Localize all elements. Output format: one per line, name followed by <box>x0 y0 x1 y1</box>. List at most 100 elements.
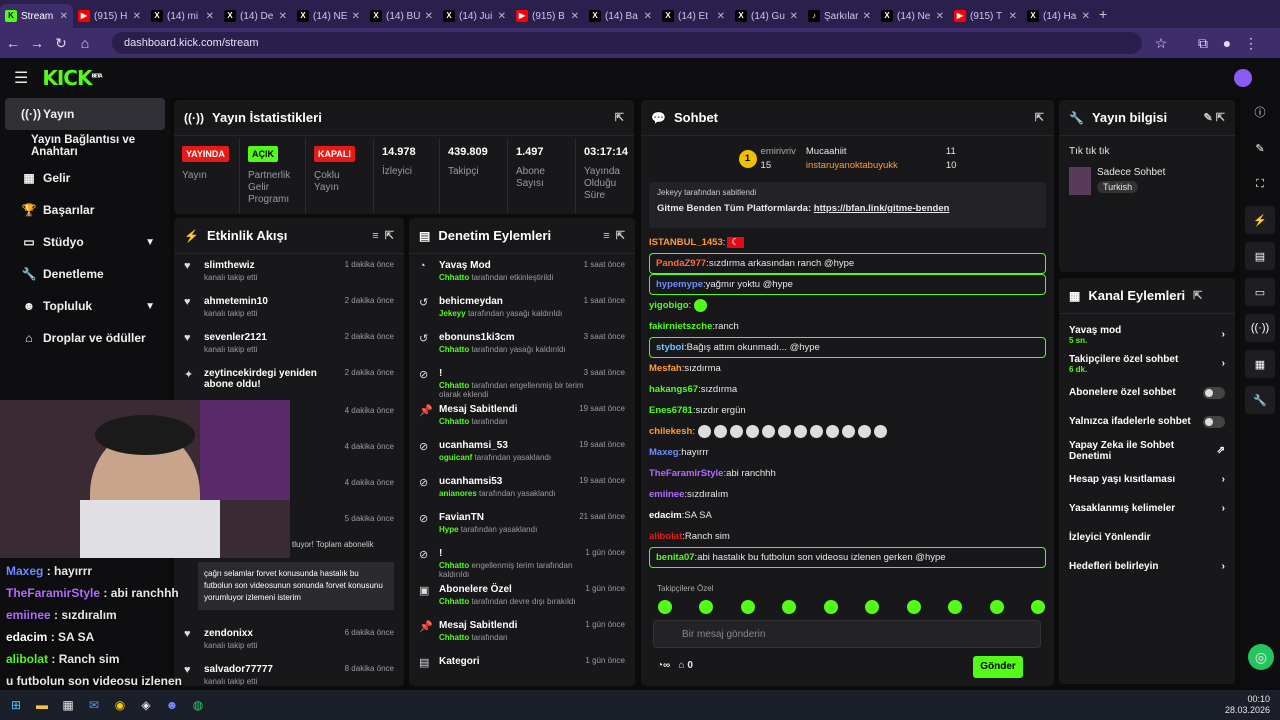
category-name[interactable]: Sadece Sohbet <box>1097 167 1165 178</box>
mod-name[interactable]: ! <box>439 368 584 379</box>
chat-message[interactable]: Enes6781: sızdır ergün <box>641 400 1054 421</box>
mod-actor[interactable]: oguicanf <box>439 453 472 462</box>
broadcast-icon[interactable]: ((·)) <box>1245 314 1275 342</box>
channel-action[interactable]: Hedefleri belirleyin › <box>1059 552 1235 581</box>
browser-tab[interactable]: X (14) Ba ✕ <box>584 4 657 28</box>
menu-icon[interactable]: ⋮ <box>1240 35 1262 52</box>
feed-name[interactable]: ahmetemin10 <box>204 296 345 307</box>
close-icon[interactable]: ✕ <box>279 11 287 22</box>
close-icon[interactable]: ✕ <box>133 11 141 22</box>
reload-icon[interactable]: ↻ <box>50 35 72 52</box>
close-icon[interactable]: ✕ <box>863 11 871 22</box>
popout-icon[interactable]: ⇱ <box>1193 289 1202 302</box>
browser-tab[interactable]: X (14) Gu ✕ <box>730 4 803 28</box>
browser-tab[interactable]: X (14) NE ✕ <box>292 4 365 28</box>
sidebar-item[interactable]: ((·)) Yayın <box>5 98 165 130</box>
close-icon[interactable]: ✕ <box>1082 11 1090 22</box>
browser-tab[interactable]: ▶ (915) H ✕ <box>73 4 146 28</box>
mod-name[interactable]: ! <box>439 548 585 559</box>
feed-name[interactable]: zeytincekirdegi yeniden abone oldu! <box>204 368 345 390</box>
popout-icon[interactable]: ⇱ <box>1035 111 1044 124</box>
hamburger-icon[interactable]: ☰ <box>14 68 28 88</box>
mod-actor[interactable]: Chhatto <box>439 561 469 570</box>
feed-name[interactable]: sevenler2121 <box>204 332 345 343</box>
chat-message[interactable]: alibolat: Ranch sim <box>641 526 1054 547</box>
mod-actor[interactable]: Chhatto <box>439 273 469 282</box>
sidebar-item[interactable]: ▦ Gelir <box>5 162 165 194</box>
browser-tab[interactable]: ▶ (915) T ✕ <box>949 4 1022 28</box>
browser-tab[interactable]: X (14) Jui ✕ <box>438 4 511 28</box>
emote-icon[interactable] <box>782 600 797 614</box>
chat-username[interactable]: hypemype <box>656 279 703 290</box>
mod-actor[interactable]: Hype <box>439 525 459 534</box>
pinned-message[interactable]: Jekeyy tarafından sabitlendi Gitme Bende… <box>649 182 1046 228</box>
chat-username[interactable]: benita07 <box>656 552 695 563</box>
sidebar-item[interactable]: 🔧 Denetleme <box>5 258 165 290</box>
channel-action[interactable]: Yapay Zeka ile Sohbet Denetimi ⇗ <box>1059 436 1235 465</box>
chevron-right-icon[interactable]: › <box>1222 474 1225 485</box>
close-icon[interactable]: ✕ <box>60 11 68 22</box>
chat-message[interactable]: emiinee: sızdıralım <box>641 484 1054 505</box>
feed-name[interactable]: slimthewiz <box>204 260 345 271</box>
chat-username[interactable]: chilekesh <box>649 426 692 437</box>
chat-message[interactable]: ISTANBUL_1453: ☾ <box>641 232 1054 253</box>
mod-name[interactable]: ucanhamsi53 <box>439 476 579 487</box>
emote-icon[interactable] <box>989 600 1004 614</box>
emote-icon[interactable] <box>865 600 880 614</box>
chevron-down-icon[interactable]: ▼ <box>145 237 155 248</box>
mod-actor[interactable]: Jekeyy <box>439 309 466 318</box>
close-icon[interactable]: ✕ <box>425 11 433 22</box>
mod-actor[interactable]: Chhatto <box>439 633 469 642</box>
emote-icon[interactable] <box>699 600 714 614</box>
back-icon[interactable]: ← <box>2 35 24 51</box>
browser-tab[interactable]: X (14) Ha ✕ <box>1022 4 1095 28</box>
mod-name[interactable]: Mesaj Sabitlendi <box>439 620 585 631</box>
points-display[interactable]: ◔∞ ⌂ 0 <box>657 660 693 671</box>
close-icon[interactable]: ✕ <box>498 11 506 22</box>
mod-name[interactable]: ucanhamsi_53 <box>439 440 579 451</box>
actions-icon[interactable]: ▦ <box>1245 350 1275 378</box>
chat-username[interactable]: alibolat <box>649 531 682 542</box>
chat-message[interactable]: Maxeg: hayırrr <box>641 442 1054 463</box>
outlook-icon[interactable]: ✉ <box>84 695 104 715</box>
spotify-icon[interactable]: ◍ <box>188 695 208 715</box>
sidebar-item[interactable]: Yayın Bağlantısı ve Anahtarı <box>5 130 165 162</box>
channel-action[interactable]: Takipçilere özel sohbet 6 dk. › <box>1059 349 1235 378</box>
chat-username[interactable]: PandaZ977 <box>656 258 706 269</box>
address-bar[interactable]: dashboard.kick.com/stream <box>112 32 1142 54</box>
toggle-switch[interactable] <box>1203 415 1225 428</box>
kick-logo[interactable]: KICKBETA <box>42 66 102 90</box>
filter-icon[interactable]: ≡ ⇱ <box>372 229 394 242</box>
system-clock[interactable]: 00:10 28.03.2026 <box>1225 694 1270 716</box>
help-button[interactable]: ◎ <box>1248 644 1274 670</box>
lightning-icon[interactable]: ⚡ <box>1245 206 1275 234</box>
new-tab-icon[interactable]: + <box>1099 6 1107 22</box>
chat-message[interactable]: chilekesh: <box>641 421 1054 442</box>
chat-username[interactable]: emiinee <box>649 489 684 500</box>
mod-actor[interactable]: anianores <box>439 489 477 498</box>
chat-message[interactable]: benita07: abi hastalık bu futbolun son v… <box>649 547 1046 568</box>
mod-name[interactable]: ebonuns1ki3cm <box>439 332 584 343</box>
feed-name[interactable]: zendonixx <box>204 628 345 639</box>
popout-icon[interactable]: ⇱ <box>615 111 624 124</box>
sidebar-item[interactable]: ⌂ Droplar ve ödüller <box>5 322 165 354</box>
chat-message[interactable]: styboi: Bağış attım okunmadı... @hype <box>649 337 1046 358</box>
chevron-right-icon[interactable]: › <box>1222 561 1225 572</box>
browser-tab[interactable]: K Stream ✕ <box>0 4 73 28</box>
chat-username[interactable]: fakirnietszche <box>649 321 712 332</box>
chat-message[interactable]: yigobigo: <box>641 295 1054 316</box>
windows-start-icon[interactable]: ⊞ <box>6 695 26 715</box>
pencil-icon[interactable]: ✎ <box>1245 134 1275 162</box>
channel-action[interactable]: Yalnızca ifadelerle sohbet <box>1059 407 1235 436</box>
browser-tab[interactable]: X (14) mi ✕ <box>146 4 219 28</box>
chat-username[interactable]: ISTANBUL_1453 <box>649 237 723 248</box>
mod-actor[interactable]: Chhatto <box>439 381 469 390</box>
chat-icon[interactable]: ▭ <box>1245 278 1275 306</box>
chat-message[interactable]: fakirnietszche: ranch <box>641 316 1054 337</box>
chevron-right-icon[interactable]: › <box>1222 329 1225 340</box>
channel-action[interactable]: Yasaklanmış kelimeler › <box>1059 494 1235 523</box>
close-icon[interactable]: ✕ <box>717 11 725 22</box>
chevron-down-icon[interactable]: ▼ <box>145 301 155 312</box>
chat-message[interactable]: hakangs67: sızdırma <box>641 379 1054 400</box>
close-icon[interactable]: ✕ <box>206 11 214 22</box>
